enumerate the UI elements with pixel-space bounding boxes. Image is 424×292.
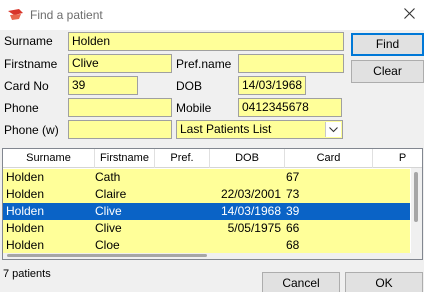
cell-pref: [155, 169, 210, 186]
table-row[interactable]: Holden Claire 22/03/2001 73: [3, 186, 410, 203]
mobile-label: Mobile: [176, 101, 212, 115]
patient-grid[interactable]: Surname Firstname Pref. DOB Card P Holde…: [2, 148, 423, 260]
chevron-down-icon[interactable]: [325, 122, 341, 137]
card-no-field[interactable]: 39: [68, 76, 138, 95]
table-row[interactable]: Holden Cloe 68: [3, 237, 410, 254]
firstname-label: Firstname: [4, 57, 58, 71]
cell-firstname: Cloe: [95, 238, 120, 252]
phone-work-label: Phone (w): [4, 123, 59, 137]
column-header-pref[interactable]: Pref.: [155, 149, 210, 168]
find-button[interactable]: Find: [351, 33, 424, 56]
surname-field[interactable]: Holden: [68, 32, 344, 51]
vertical-scroll-thumb[interactable]: [414, 172, 418, 222]
card-no-label: Card No: [4, 79, 49, 93]
firstname-field[interactable]: Clive: [68, 54, 172, 73]
cell-surname: Holden: [6, 204, 45, 218]
phone-label: Phone: [4, 101, 39, 115]
table-row[interactable]: Holden Cath 67: [3, 169, 410, 186]
cell-pref: [155, 186, 210, 203]
pref-name-field[interactable]: [238, 54, 344, 73]
clear-button[interactable]: Clear: [351, 60, 424, 83]
horizontal-scrollbar[interactable]: [3, 253, 411, 259]
cell-card: 39: [286, 204, 300, 218]
cell-dob: 5/05/1975: [227, 221, 281, 235]
cell-firstname: Claire: [95, 187, 127, 201]
phone-field[interactable]: [68, 98, 172, 117]
cell-pref: [155, 203, 210, 220]
status-text: 7 patients: [3, 268, 51, 280]
cell-pref: [155, 220, 210, 237]
cell-surname: Holden: [6, 221, 45, 235]
cell-firstname: Cath: [95, 170, 121, 184]
cell-card: 67: [286, 170, 300, 184]
cell-card: 66: [286, 221, 300, 235]
cell-dob: 14/03/1968: [220, 204, 281, 218]
ok-button[interactable]: OK: [345, 272, 423, 292]
cell-pref: [155, 237, 210, 254]
mobile-field[interactable]: 0412345678: [238, 98, 342, 117]
cell-firstname: Clive: [95, 204, 122, 218]
cell-surname: Holden: [6, 170, 45, 184]
cancel-button[interactable]: Cancel: [262, 272, 340, 292]
close-button[interactable]: [394, 0, 424, 30]
cell-surname: Holden: [6, 187, 45, 201]
column-header-dob[interactable]: DOB: [210, 149, 285, 168]
dob-label: DOB: [176, 79, 203, 93]
table-row-selected[interactable]: Holden Clive 14/03/1968 39: [3, 203, 410, 220]
window-title: Find a patient: [30, 8, 103, 22]
close-icon: [403, 8, 415, 22]
cell-surname: Holden: [6, 238, 45, 252]
app-logo-icon: [7, 8, 25, 22]
column-header-firstname[interactable]: Firstname: [95, 149, 155, 168]
surname-label: Surname: [4, 34, 53, 48]
table-row[interactable]: Holden Clive 5/05/1975 66: [3, 220, 410, 237]
cell-dob: [210, 237, 281, 254]
cell-dob: 22/03/2001: [220, 187, 281, 201]
grid-header: Surname Firstname Pref. DOB Card P: [3, 149, 422, 168]
patient-list-select[interactable]: Last Patients List: [176, 120, 343, 139]
patient-list-select-value: Last Patients List: [180, 122, 272, 136]
cell-card: 73: [286, 187, 300, 201]
column-header-card[interactable]: Card: [285, 149, 373, 168]
column-header-p[interactable]: P: [373, 149, 422, 168]
cell-firstname: Clive: [95, 221, 122, 235]
column-header-surname[interactable]: Surname: [3, 149, 95, 168]
cell-card: 68: [286, 238, 300, 252]
horizontal-scroll-thumb[interactable]: [7, 254, 207, 257]
pref-name-label: Pref.name: [176, 57, 232, 71]
cell-dob: [210, 169, 281, 186]
dob-field[interactable]: 14/03/1968: [238, 76, 306, 95]
title-bar: Find a patient: [0, 0, 424, 30]
vertical-scrollbar[interactable]: [411, 168, 422, 259]
phone-work-field[interactable]: [68, 120, 172, 139]
